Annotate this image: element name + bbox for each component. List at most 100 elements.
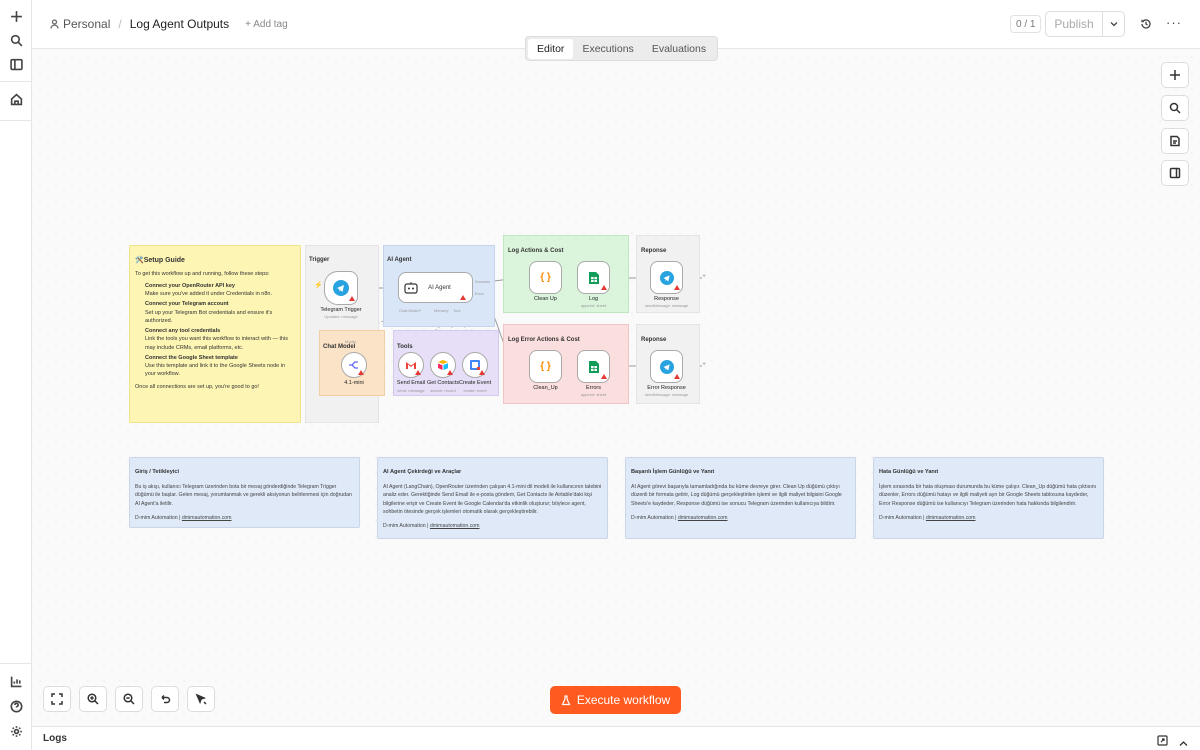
workflow-canvas[interactable]: Editor Executions Evaluations 🛠️Setup Gu…	[32, 36, 1200, 726]
node-label: Create Event	[459, 380, 492, 386]
info-note-text: Bu iş akışı, kullanıcı Telegram üzerinde…	[135, 483, 352, 507]
warning-icon	[674, 374, 680, 379]
group-label: Trigger	[309, 257, 330, 263]
node-label: 4.1-mini	[344, 380, 364, 386]
log-node[interactable]	[577, 261, 610, 294]
node-label: Telegram Trigger	[320, 307, 362, 313]
insights-icon[interactable]	[6, 671, 26, 691]
workflow-name[interactable]: Log Agent Outputs	[130, 17, 229, 31]
setup-step-text: Link the tools you want this workflow to…	[145, 336, 289, 351]
project-link[interactable]: Personal	[63, 17, 110, 31]
node-label: AI Agent	[428, 284, 451, 291]
version-badge[interactable]: 0 / 1	[1010, 15, 1042, 33]
errors-node[interactable]	[577, 350, 610, 383]
setup-step-text: Use this template and link it to the Goo…	[145, 363, 286, 378]
info-note-link[interactable]: dmimautomation.com	[678, 515, 728, 521]
info-note[interactable]: Giriş / Tetikleyici Bu iş akışı, kullanı…	[129, 457, 360, 528]
zoom-out-icon[interactable]	[115, 686, 143, 712]
info-note-footer: D-mim Automation	[879, 514, 922, 521]
clean-up-error-node[interactable]: { }	[529, 350, 562, 383]
node-sublabel: send: message	[397, 388, 425, 393]
group-label: Log Error Actions & Cost	[508, 337, 580, 343]
warning-icon	[674, 285, 680, 290]
warning-icon	[479, 370, 485, 375]
undo-icon[interactable]	[151, 686, 179, 712]
setup-guide-outro: Once all connections are set up, you're …	[135, 383, 259, 390]
publish-button[interactable]: Publish	[1046, 17, 1102, 31]
help-icon[interactable]	[6, 696, 26, 716]
more-options-icon[interactable]: ···	[1166, 15, 1182, 30]
add-connection-icon[interactable]: +	[702, 273, 706, 280]
setup-step-title: Connect your Telegram account	[145, 301, 229, 308]
left-sidebar	[0, 0, 32, 750]
group-label: Reponse	[641, 337, 667, 343]
chevron-down-icon[interactable]	[1103, 21, 1124, 27]
gmail-icon	[406, 362, 416, 369]
group-label: AI Agent	[387, 257, 412, 263]
setup-guide-title: 🛠️Setup Guide	[135, 257, 185, 264]
info-note-footer: D-mim Automation	[383, 523, 426, 530]
info-note-title: Giriş / Tetikleyici	[135, 469, 180, 475]
response-node[interactable]	[650, 261, 683, 294]
info-note-footer: D-mim Automation	[631, 514, 674, 521]
telegram-icon	[659, 359, 674, 374]
add-connection-icon[interactable]: +	[702, 361, 706, 368]
publish-group: Publish	[1045, 11, 1125, 37]
clean-up-node[interactable]: { }	[529, 261, 562, 294]
search-icon[interactable]	[6, 30, 26, 50]
setup-step-text: Set up your Telegram Bot credentials and…	[145, 309, 273, 324]
logs-bar[interactable]: Logs	[32, 726, 1200, 750]
info-note-link[interactable]: dmimautomation.com	[430, 523, 480, 529]
trigger-bolt-icon: ⚡	[314, 282, 323, 289]
chat-model-node[interactable]	[341, 352, 367, 378]
info-note-link[interactable]: dmimautomation.com	[182, 515, 232, 521]
warning-icon	[415, 370, 421, 375]
node-label: Error Response	[647, 385, 686, 391]
setup-guide-intro: To get this workflow up and running, fol…	[135, 270, 270, 277]
node-label: Clean_Up	[533, 385, 558, 391]
sidebar-toggle-icon[interactable]	[6, 54, 26, 74]
popout-icon[interactable]	[1157, 733, 1168, 750]
execute-label: Execute workflow	[576, 693, 671, 707]
user-icon	[50, 19, 59, 29]
setup-step-title: Connect your OpenRouter API key	[145, 282, 235, 289]
code-braces-icon: { }	[540, 361, 551, 372]
warning-icon	[460, 295, 466, 300]
breadcrumb: Personal / Log Agent Outputs + Add tag	[50, 17, 288, 31]
send-email-node[interactable]	[398, 352, 424, 378]
get-contacts-node[interactable]	[430, 352, 456, 378]
execute-workflow-button[interactable]: Execute workflow	[550, 686, 681, 714]
node-label: Errors	[586, 385, 601, 391]
port-label: Success	[475, 279, 491, 284]
info-note[interactable]: AI Agent Çekirdeği ve Araçlar AI Agent (…	[377, 457, 608, 539]
home-icon[interactable]	[6, 89, 26, 109]
node-sublabel: search: record	[430, 388, 456, 393]
flask-icon	[561, 694, 571, 705]
history-icon[interactable]	[1140, 17, 1152, 35]
google-sheets-icon	[588, 271, 599, 284]
telegram-trigger-node[interactable]	[324, 271, 358, 305]
group-label: Log Actions & Cost	[508, 248, 564, 254]
divider	[0, 663, 31, 664]
info-note-link[interactable]: dmimautomation.com	[926, 515, 976, 521]
create-event-node[interactable]	[462, 352, 488, 378]
divider	[0, 81, 31, 82]
setup-step-title: Connect the Google Sheet template	[145, 354, 238, 361]
setup-guide-note[interactable]: 🛠️Setup Guide To get this workflow up an…	[129, 245, 301, 423]
zoom-in-icon[interactable]	[79, 686, 107, 712]
error-response-node[interactable]	[650, 350, 683, 383]
chevron-up-icon[interactable]	[1179, 734, 1188, 750]
info-note-text: AI Agent görevi başarıyla tamamladığında…	[631, 483, 842, 507]
telegram-icon	[333, 280, 349, 296]
google-sheets-icon	[588, 360, 599, 373]
info-note[interactable]: Başarılı İşlem Günlüğü ve Yanıt AI Agent…	[625, 457, 856, 539]
info-note-title: AI Agent Çekirdeği ve Araçlar	[383, 469, 462, 475]
fit-view-icon[interactable]	[43, 686, 71, 712]
port-label: Error	[475, 291, 484, 296]
info-note[interactable]: Hata Günlüğü ve Yanıt İşlem sırasında bi…	[873, 457, 1104, 539]
add-icon[interactable]	[6, 6, 26, 26]
ai-agent-node[interactable]: AI Agent	[398, 272, 473, 303]
tidy-up-icon[interactable]	[187, 686, 215, 712]
settings-icon[interactable]	[6, 721, 26, 741]
add-tag-button[interactable]: + Add tag	[245, 19, 288, 30]
